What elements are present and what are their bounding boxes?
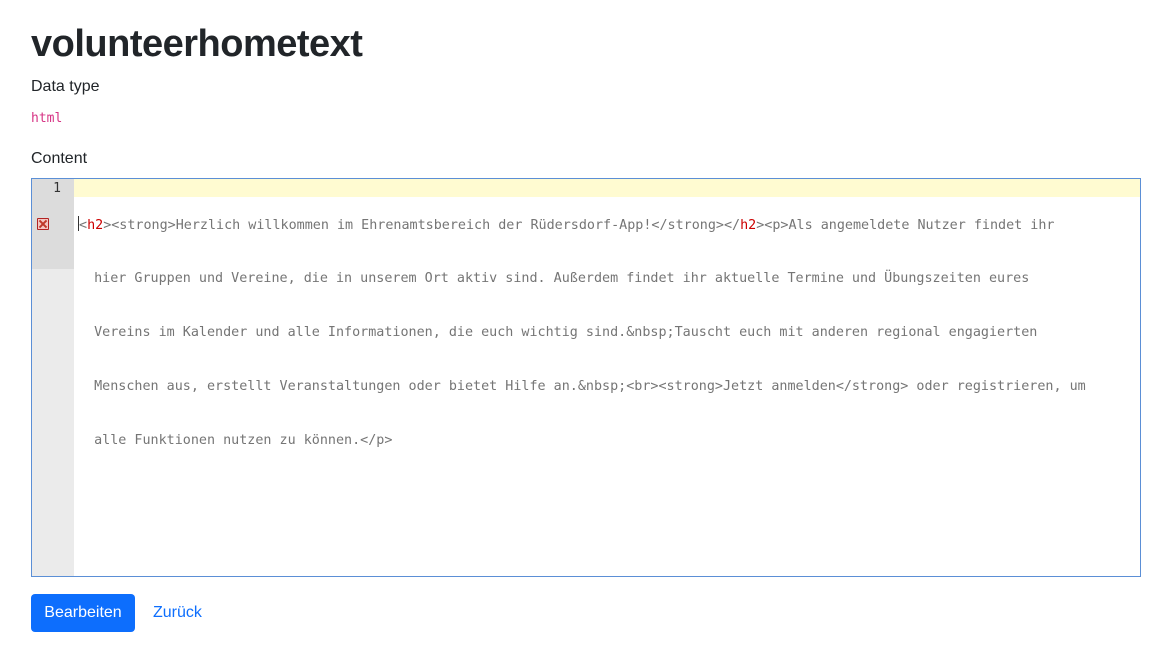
editor-gutter-active-line: 1 <box>32 179 74 269</box>
edit-button[interactable]: Bearbeiten <box>31 594 135 632</box>
line-number: 1 <box>53 181 61 196</box>
page-title: volunteerhometext <box>31 23 363 65</box>
code-line: Vereins im Kalender und alle Information… <box>78 325 1038 340</box>
code-token: ><p>Als angemeldete Nutzer findet ihr <box>756 218 1055 233</box>
code-tag-name: h2 <box>740 218 757 233</box>
code-token: ><strong>Herzlich willkommen im Ehrenamt… <box>103 218 741 233</box>
code-editor[interactable]: 1 <h2><strong>Herzlich willkommen im Ehr… <box>31 178 1141 577</box>
code-token: < <box>79 218 88 233</box>
content-label: Content <box>31 150 88 167</box>
code-line: hier Gruppen und Vereine, die in unserem… <box>78 271 1030 286</box>
error-icon[interactable] <box>37 218 49 230</box>
editor-code-area[interactable]: <h2><strong>Herzlich willkommen im Ehren… <box>78 180 1132 486</box>
data-type-label: Data type <box>31 78 100 95</box>
code-line: Menschen aus, erstellt Veranstaltungen o… <box>78 379 1086 394</box>
data-type-value: html <box>31 111 63 126</box>
code-line: alle Funktionen nutzen zu können.</p> <box>78 433 393 448</box>
code-tag-name: h2 <box>87 218 104 233</box>
code-line: <h2><strong>Herzlich willkommen im Ehren… <box>78 216 1132 234</box>
back-link[interactable]: Zurück <box>153 603 202 623</box>
